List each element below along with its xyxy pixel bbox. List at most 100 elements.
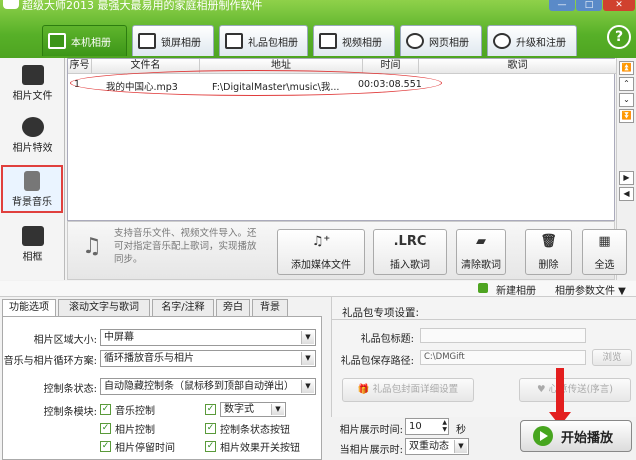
help-button[interactable]: ? [607, 25, 631, 49]
action-toolbar: ♫ 支持音乐文件、视频文件导入。还可对指定音乐配上歌词，实现播放同步。 ♫⁺ 添… [67, 221, 627, 280]
sidebar-item-photo-files[interactable]: 相片文件 [0, 61, 65, 111]
digital-style-checkbox[interactable]: ✓ 数字式 ▼ [205, 402, 286, 417]
display-time-stepper[interactable]: 10 ▲ ▼ [405, 418, 449, 435]
display-mode-select[interactable]: 双重动态 ▼ [405, 438, 469, 455]
gift-settings-panel: 礼品包专项设置: 礼品包标题: 礼品包保存路径: C:\DMGift 浏览 🎁 … [331, 297, 636, 417]
gift-path-input[interactable]: C:\DMGift [420, 350, 586, 365]
sidebar-item-photo-effects[interactable]: 相片特效 [0, 113, 65, 163]
gift-icon: 🎁 [357, 384, 373, 395]
sidebar: 相片文件 相片特效 背景音乐 相框 [0, 58, 65, 280]
album-status-row: 新建相册 相册参数文件 ▼ [0, 281, 636, 297]
camera-icon [21, 65, 44, 85]
folder-icon [48, 33, 66, 49]
chevron-down-icon: ▼ [301, 352, 314, 365]
tab-web-album[interactable]: 网页相册 [400, 25, 482, 56]
move-bottom-icon[interactable]: ⏬ [619, 109, 634, 123]
frame-icon [21, 226, 44, 246]
gift-title-input[interactable] [420, 328, 586, 343]
window-title: 超级大师2013 最强大最易用的家庭相册制作软件 [22, 0, 263, 12]
move-up-icon[interactable]: ⌃ [619, 77, 634, 91]
lrc-icon: .LRC [393, 234, 427, 249]
browse-button[interactable]: 浏览 [592, 349, 632, 366]
highlight-oval [70, 70, 442, 96]
gift-message-button[interactable]: ♥ 心意传送(序言) [519, 378, 631, 402]
clear-lyrics-button[interactable]: ▰ 清除歌词 [456, 229, 506, 275]
sidebar-item-frame[interactable]: 相框 [0, 222, 65, 272]
album-params-menu[interactable]: 相册参数文件 ▼ [555, 282, 626, 297]
tab-gift-album[interactable]: 礼品包相册 [219, 25, 308, 56]
delete-button[interactable]: 🗑 删除 [525, 229, 572, 275]
control-module-label: 控制条模块: [43, 407, 97, 418]
trash-icon: 🗑 [540, 234, 557, 249]
play-icon [533, 426, 553, 446]
insert-lyrics-button[interactable]: .LRC 插入歌词 [373, 229, 447, 275]
red-arrow-annotation [549, 368, 571, 426]
area-size-label: 相片区域大小: [33, 335, 97, 346]
tab-function-options[interactable]: 功能选项 [2, 299, 56, 317]
app-logo-icon [3, 0, 19, 9]
sidebar-item-background-music[interactable]: 背景音乐 [1, 165, 63, 213]
control-bar-select[interactable]: 自动隐藏控制条（鼠标移到顶部自动弹出） ▼ [100, 378, 316, 395]
tab-video-album[interactable]: 视频相册 [313, 25, 395, 56]
divider [332, 319, 636, 320]
music-control-checkbox[interactable]: ✓ 音乐控制 [100, 402, 155, 417]
music-note-icon: ♫ [82, 234, 102, 259]
column-header-time[interactable]: 时间 [363, 59, 419, 74]
column-header-index[interactable]: 序号 [68, 59, 92, 74]
move-top-icon[interactable]: ⏫ [619, 61, 634, 75]
photo-control-checkbox[interactable]: ✓ 相片控制 [100, 421, 155, 436]
maximize-icon[interactable]: □ [576, 0, 602, 11]
import-hint: 支持音乐文件、视频文件导入。还可对指定音乐配上歌词，实现播放同步。 [114, 228, 257, 265]
gift-path-label: 礼品包保存路径: [340, 356, 414, 367]
tab-lock-screen[interactable]: 锁屏相册 [132, 25, 214, 56]
add-media-icon: ♫⁺ [311, 234, 331, 249]
photo-effect-toggle-checkbox[interactable]: ✓ 相片效果开关按钮 [205, 439, 300, 454]
control-bar-button-checkbox[interactable]: ✓ 控制条状态按钮 [205, 421, 290, 436]
photo-stay-time-checkbox[interactable]: ✓ 相片停留时间 [100, 439, 175, 454]
tab-local-album[interactable]: 本机相册 [42, 25, 127, 56]
scroll-left-icon[interactable]: ◀ [619, 187, 634, 201]
tab-name-notes[interactable]: 名字/注释 [152, 299, 214, 317]
close-icon[interactable]: ✕ [603, 0, 635, 11]
new-album-icon [478, 283, 488, 293]
move-down-icon[interactable]: ⌄ [619, 93, 634, 107]
chevron-down-icon: ▼ [301, 380, 314, 393]
scroll-right-icon[interactable]: ▶ [619, 171, 634, 185]
tab-upgrade[interactable]: 升级和注册 [487, 25, 577, 56]
check-icon: ✓ [100, 441, 111, 452]
seconds-unit: 秒 [456, 425, 466, 436]
music-note-icon [24, 171, 40, 191]
film-icon [319, 33, 337, 49]
new-album-link[interactable]: 新建相册 [496, 282, 536, 297]
display-mode-label: 当相片展示时: [339, 445, 403, 456]
gift-section-title: 礼品包专项设置: [342, 307, 420, 319]
globe-icon [493, 33, 511, 49]
check-icon: ✓ [205, 441, 216, 452]
chevron-down-icon: ▼ [301, 331, 314, 344]
check-icon: ✓ [205, 404, 216, 415]
loop-scheme-select[interactable]: 循环播放音乐与相片 ▼ [100, 350, 316, 367]
gift-cover-settings-button[interactable]: 🎁 礼品包封面详细设置 [342, 378, 474, 402]
sparkle-icon [21, 117, 44, 137]
heart-icon: ♥ [537, 384, 549, 395]
select-all-button[interactable]: ▦ 全选 [582, 229, 627, 275]
chevron-down-icon: ▼ [454, 440, 467, 453]
select-all-icon: ▦ [598, 234, 611, 249]
display-time-label: 相片展示时间: [339, 425, 403, 436]
add-media-button[interactable]: ♫⁺ 添加媒体文件 [277, 229, 365, 275]
column-header-lyrics[interactable]: 歌词 [419, 59, 616, 74]
stepper-arrows-icon[interactable]: ▲ ▼ [442, 419, 447, 433]
check-icon: ✓ [100, 423, 111, 434]
options-panel: 相片区域大小: 中屏幕 ▼ 音乐与相片循环方案: 循环播放音乐与相片 ▼ 控制条状态… [2, 316, 322, 460]
check-icon: ✓ [100, 404, 111, 415]
digital-style-select[interactable]: 数字式 ▼ [220, 402, 286, 417]
check-icon: ✓ [205, 423, 216, 434]
minimize-icon[interactable]: — [549, 0, 575, 11]
start-play-button[interactable]: 开始播放 [520, 420, 632, 452]
area-size-select[interactable]: 中屏幕 ▼ [100, 329, 316, 346]
tab-scroll-text-lyrics[interactable]: 滚动文字与歌词 [58, 299, 150, 317]
tab-narration[interactable]: 旁白 [216, 299, 250, 317]
gift-title-label: 礼品包标题: [360, 334, 414, 345]
tab-background[interactable]: 背景 [252, 299, 288, 317]
title-bar: 超级大师2013 最强大最易用的家庭相册制作软件 — □ ✕ 本机相册 锁屏相册… [0, 0, 636, 58]
